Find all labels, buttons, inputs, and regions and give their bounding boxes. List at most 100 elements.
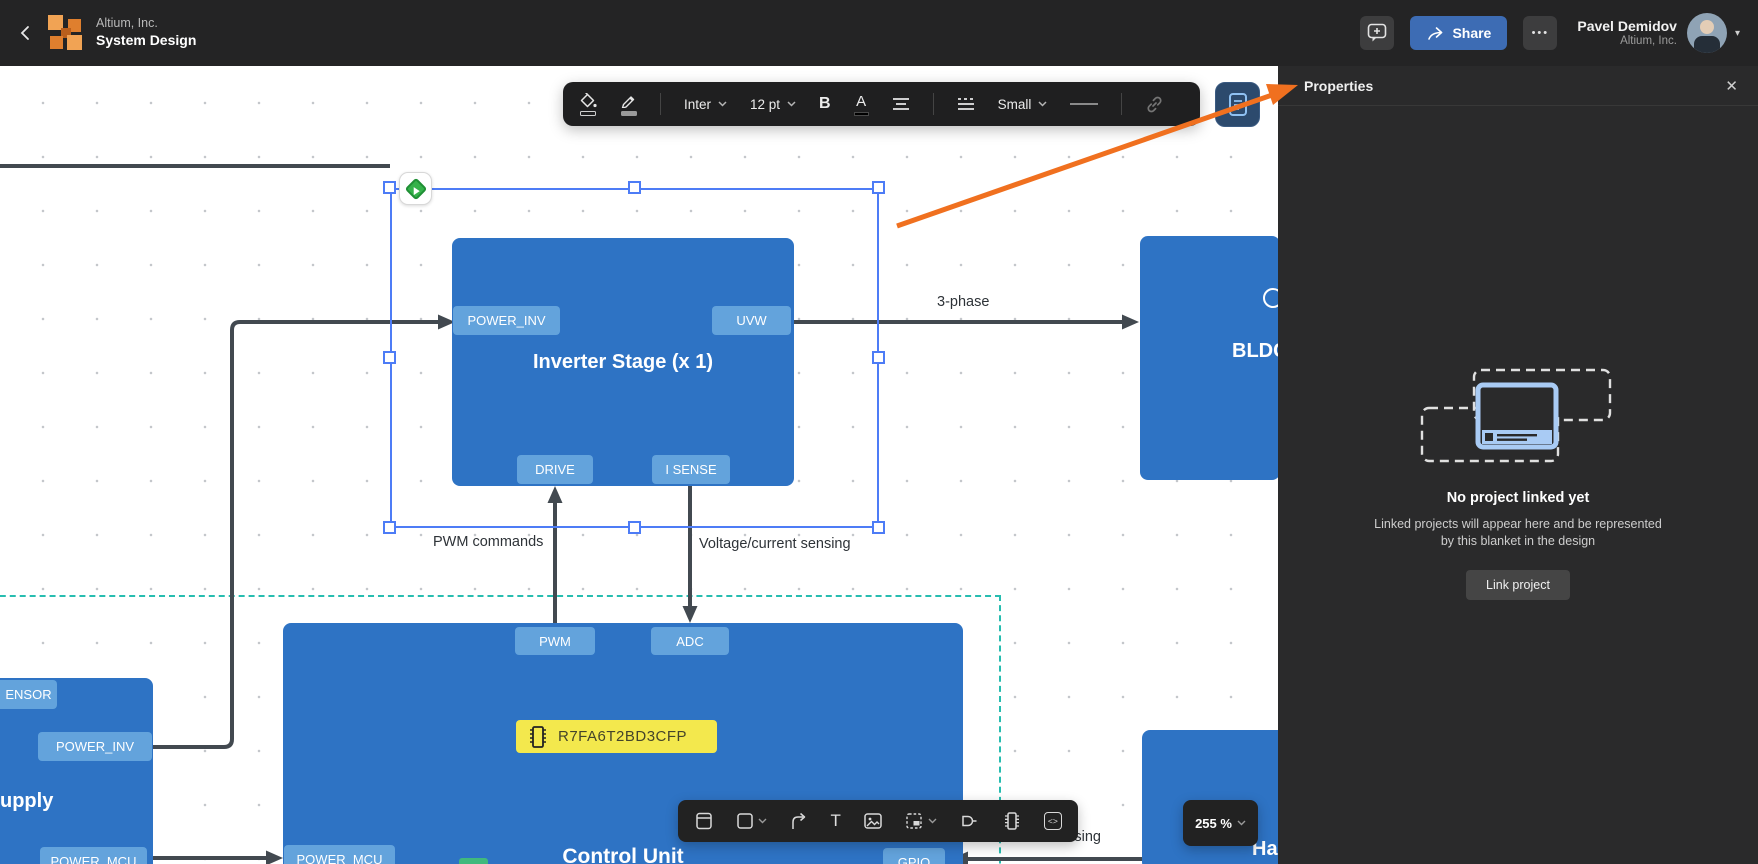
bold-button[interactable]: B bbox=[819, 95, 831, 113]
paint-bucket-icon bbox=[580, 92, 597, 107]
share-button[interactable]: Share bbox=[1410, 16, 1508, 50]
description-line-2: by this blanket in the design bbox=[1440, 533, 1596, 548]
ic-tool[interactable] bbox=[1002, 810, 1022, 832]
port-pwm[interactable]: PWM bbox=[515, 627, 595, 655]
connector-icon bbox=[791, 812, 805, 829]
empty-state-description: Linked projects will appear here and be … bbox=[1374, 516, 1662, 550]
chevron-down-icon bbox=[758, 818, 767, 824]
arrow-size-value: Small bbox=[997, 96, 1032, 112]
user-menu-caret[interactable]: ▾ bbox=[1735, 28, 1740, 39]
document-titles: Altium, Inc. System Design bbox=[96, 16, 196, 49]
avatar[interactable] bbox=[1686, 13, 1727, 53]
pencil-icon bbox=[621, 95, 635, 108]
more-options-button[interactable]: ••• bbox=[1523, 16, 1558, 50]
logo-square bbox=[67, 35, 82, 50]
back-button[interactable] bbox=[8, 16, 42, 50]
text-color-swatch bbox=[853, 111, 869, 116]
document-icon bbox=[1228, 93, 1247, 116]
font-family-value: Inter bbox=[684, 96, 712, 112]
shapes-toolbar: T <> bbox=[678, 800, 1078, 842]
comments-button[interactable] bbox=[1360, 16, 1395, 50]
link-button[interactable] bbox=[1145, 95, 1164, 114]
arrowhead bbox=[1122, 314, 1139, 330]
empty-state: No project linked yet Linked projects wi… bbox=[1278, 366, 1758, 600]
fill-swatch bbox=[580, 110, 596, 116]
ic-chip-icon bbox=[1005, 812, 1020, 830]
close-icon[interactable]: ✕ bbox=[1725, 77, 1738, 95]
gate-tool[interactable] bbox=[959, 811, 980, 831]
design-canvas[interactable]: Inverter Stage (x 1) POWER_INV UVW DRIVE… bbox=[0, 66, 1278, 864]
font-size-select[interactable]: 12 pt bbox=[750, 97, 796, 112]
line-style-button[interactable] bbox=[957, 96, 975, 112]
port-power-inv-supply[interactable]: POWER_INV bbox=[38, 732, 152, 761]
font-size-value: 12 pt bbox=[750, 96, 781, 112]
line-weight-preview[interactable] bbox=[1070, 103, 1099, 105]
align-button[interactable] bbox=[892, 96, 910, 112]
label-pwm-commands[interactable]: PWM commands bbox=[433, 534, 543, 550]
font-family-select[interactable]: Inter bbox=[684, 97, 727, 112]
altium-logo bbox=[48, 15, 84, 51]
blanket-tool[interactable] bbox=[904, 811, 937, 831]
description-line-1: Linked projects will appear here and be … bbox=[1374, 517, 1662, 531]
selection-handle[interactable] bbox=[628, 181, 641, 194]
blanket-placeholder-icon bbox=[1420, 368, 1612, 463]
document-title: System Design bbox=[96, 32, 197, 49]
properties-title: Properties bbox=[1304, 77, 1374, 94]
text-color-button[interactable]: A bbox=[853, 93, 869, 116]
label-voltage-current[interactable]: Voltage/current sensing bbox=[699, 536, 851, 552]
user-org: Altium, Inc. bbox=[1620, 34, 1677, 47]
zoom-level: 255 % bbox=[1195, 815, 1232, 831]
selection-rectangle[interactable] bbox=[390, 188, 879, 528]
chevron-down-icon bbox=[1038, 101, 1047, 107]
chip-label: R7FA6T2BD3CFP bbox=[558, 728, 688, 745]
frame-icon bbox=[696, 812, 712, 830]
port-power-mcu-supply[interactable]: POWER_MCU bbox=[40, 847, 147, 864]
block-tool[interactable] bbox=[694, 811, 714, 831]
stroke-swatch bbox=[620, 110, 637, 116]
org-name: Altium, Inc. bbox=[96, 16, 158, 31]
selection-handle[interactable] bbox=[628, 521, 641, 534]
chip-tag[interactable]: R7FA6T2BD3CFP bbox=[516, 720, 717, 753]
selection-handle[interactable] bbox=[383, 351, 396, 364]
top-bar: Altium, Inc. System Design Share ••• Pav… bbox=[0, 0, 1758, 66]
user-name: Pavel Demidov bbox=[1577, 17, 1677, 34]
label-three-phase[interactable]: 3-phase bbox=[937, 294, 989, 310]
motor-icon bbox=[1263, 288, 1278, 308]
block-power-supply-title[interactable]: upply bbox=[0, 790, 53, 813]
text-tool[interactable]: T bbox=[830, 811, 840, 831]
notes-toggle-button[interactable] bbox=[1215, 82, 1260, 127]
selection-handle[interactable] bbox=[872, 351, 885, 364]
stroke-color-button[interactable] bbox=[620, 93, 637, 116]
selection-handle[interactable] bbox=[383, 521, 396, 534]
code-tool[interactable]: <> bbox=[1043, 812, 1062, 830]
port-sensor[interactable]: ENSOR bbox=[0, 680, 57, 709]
block-control-unit-title[interactable]: Control Unit bbox=[483, 845, 763, 864]
green-tag-remnant[interactable] bbox=[459, 858, 488, 864]
image-tool[interactable] bbox=[863, 811, 883, 831]
share-label: Share bbox=[1452, 25, 1492, 41]
app-window: Altium, Inc. System Design Share ••• Pav… bbox=[0, 0, 1758, 864]
connector-tool[interactable] bbox=[789, 811, 809, 831]
link-project-button[interactable]: Link project bbox=[1466, 569, 1570, 600]
port-adc[interactable]: ADC bbox=[651, 627, 729, 655]
arrowhead bbox=[266, 850, 283, 864]
block-bldc-title[interactable]: BLDC bbox=[1232, 340, 1278, 363]
code-icon: <> bbox=[1043, 812, 1062, 830]
linked-component-badge[interactable] bbox=[399, 172, 432, 205]
zoom-control[interactable]: 255 % bbox=[1183, 800, 1258, 846]
port-power-mcu-control[interactable]: POWER_MCU bbox=[284, 845, 395, 864]
selection-handle[interactable] bbox=[872, 181, 885, 194]
green-diamond-icon bbox=[404, 177, 427, 200]
selection-handle[interactable] bbox=[872, 521, 885, 534]
shape-tool[interactable] bbox=[736, 812, 767, 830]
fill-color-button[interactable] bbox=[579, 92, 597, 116]
back-chevron-icon bbox=[20, 26, 29, 40]
toolbar-divider bbox=[932, 93, 934, 115]
port-gpio[interactable]: GPIO bbox=[883, 848, 945, 864]
arrow-size-select[interactable]: Small bbox=[998, 97, 1048, 112]
selection-handle[interactable] bbox=[383, 181, 396, 194]
chevron-down-icon bbox=[787, 101, 796, 107]
properties-panel: Properties ✕ No project linked yet Linke… bbox=[1278, 66, 1758, 864]
top-bar-actions: Share ••• Pavel Demidov Altium, Inc. ▾ bbox=[1360, 13, 1740, 53]
image-icon bbox=[863, 813, 882, 829]
